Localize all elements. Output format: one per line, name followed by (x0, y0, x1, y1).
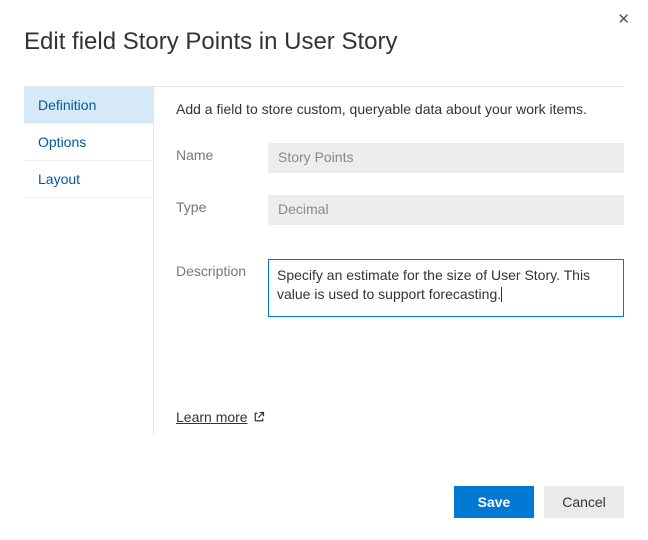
sidebar-item-definition[interactable]: Definition (24, 87, 153, 124)
name-label: Name (176, 143, 268, 163)
description-label: Description (176, 259, 268, 279)
sidebar-item-label: Options (38, 134, 86, 150)
name-field: Story Points (268, 143, 624, 173)
learn-more-link[interactable]: Learn more (176, 409, 265, 425)
main-panel: Add a field to store custom, queryable d… (154, 87, 624, 435)
sidebar-item-label: Definition (38, 97, 96, 113)
external-link-icon (253, 411, 265, 423)
learn-more-label: Learn more (176, 409, 248, 425)
dialog-title: Edit field Story Points in User Story (24, 28, 624, 56)
sidebar-item-label: Layout (38, 171, 80, 187)
cancel-button[interactable]: Cancel (544, 486, 624, 518)
sidebar-item-options[interactable]: Options (24, 124, 153, 161)
description-field[interactable]: Specify an estimate for the size of User… (268, 259, 624, 317)
type-field: Decimal (268, 195, 624, 225)
sidebar: Definition Options Layout (24, 87, 154, 435)
close-button[interactable]: ✕ (613, 8, 634, 31)
button-row: Save Cancel (454, 486, 624, 518)
type-label: Type (176, 195, 268, 215)
description-value: Specify an estimate for the size of User… (277, 267, 590, 302)
close-icon: ✕ (617, 11, 630, 28)
save-button[interactable]: Save (454, 486, 534, 518)
sidebar-item-layout[interactable]: Layout (24, 161, 153, 198)
helper-text: Add a field to store custom, queryable d… (176, 101, 624, 117)
text-caret (501, 287, 502, 302)
